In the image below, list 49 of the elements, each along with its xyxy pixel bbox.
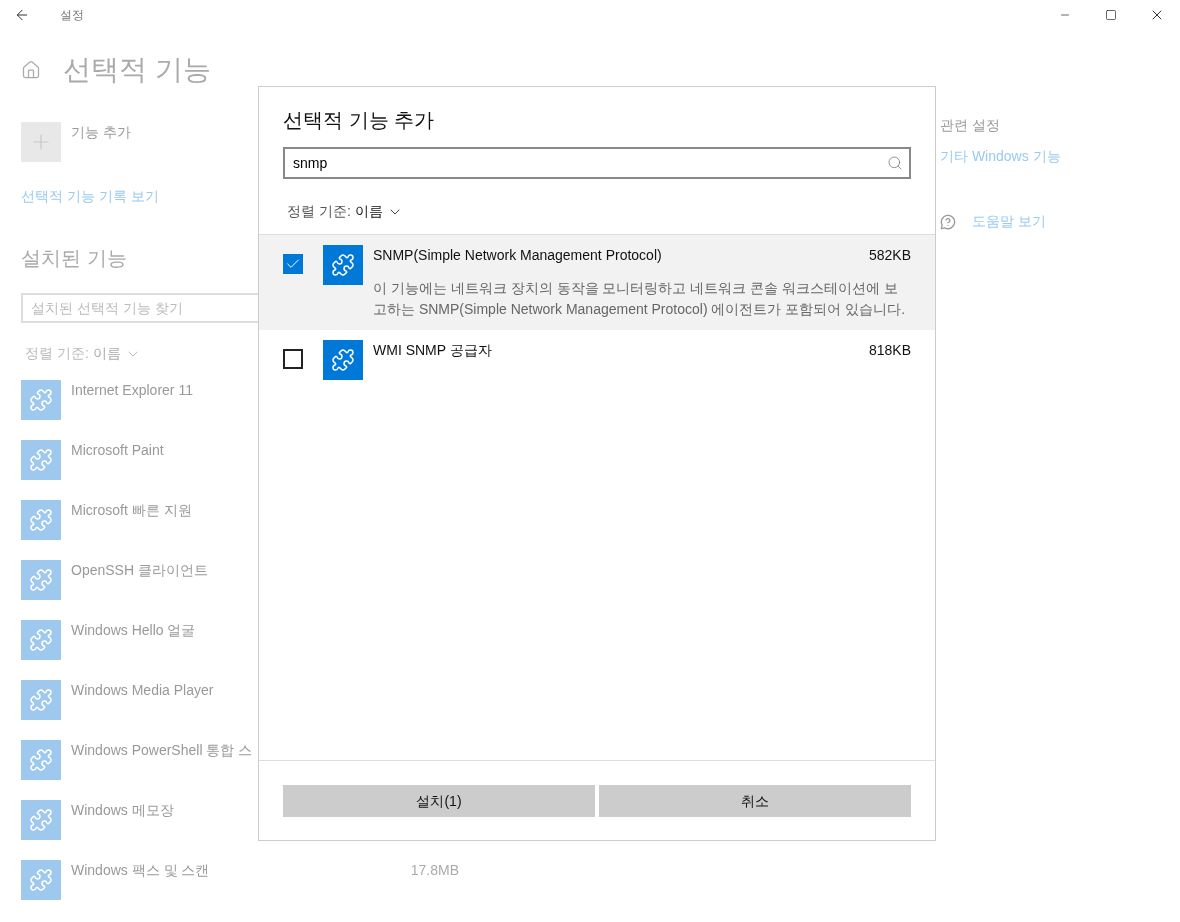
feature-name: SNMP(Simple Network Management Protocol) <box>373 246 662 265</box>
puzzle-icon <box>21 440 61 480</box>
feature-name[interactable]: Windows 팩스 및 스캔 <box>71 860 210 900</box>
feature-row[interactable]: SNMP(Simple Network Management Protocol) 582KB 이 기능에는 네트워크 장치의 동작을 모니터링하고 네트워크 콘솔 워크스테이션에 보고하는 SNMP(Simple Network Management Protocol) 에이전트가 포함되어 있습니다. <box>259 235 935 330</box>
sort-label: 정렬 기준: <box>25 344 89 363</box>
feature-name[interactable]: Windows 메모장 <box>71 800 174 840</box>
puzzle-icon <box>21 560 61 600</box>
section-heading: 설치된 기능 <box>21 246 127 271</box>
cancel-button[interactable]: 취소 <box>599 785 911 817</box>
related-heading: 관련 설정 <box>940 116 1001 135</box>
windows-features-link[interactable]: 기타 Windows 기능 <box>940 146 1061 167</box>
feature-name[interactable]: Windows Hello 얼굴 <box>71 620 196 660</box>
search-field[interactable]: snmp <box>283 147 911 179</box>
feature-name[interactable]: Windows Media Player <box>71 680 214 720</box>
help-link[interactable]: 도움말 보기 <box>972 211 1046 232</box>
checkbox[interactable] <box>283 254 303 274</box>
feature-size: 818KB <box>868 341 911 360</box>
puzzle-icon <box>323 245 363 285</box>
puzzle-icon <box>21 800 61 840</box>
feature-name[interactable]: OpenSSH 클라이언트 <box>71 560 208 600</box>
feature-size: 582KB <box>868 246 911 265</box>
add-feature-label: 기능 추가 <box>71 123 131 142</box>
back-icon[interactable] <box>14 7 30 23</box>
checkbox[interactable] <box>283 349 303 369</box>
puzzle-icon <box>21 380 61 420</box>
help-icon <box>940 213 956 230</box>
dialog-title: 선택적 기능 추가 <box>283 108 436 133</box>
install-button[interactable]: 설치(1) <box>283 785 595 817</box>
puzzle-icon <box>21 680 61 720</box>
feature-description: 이 기능에는 네트워크 장치의 동작을 모니터링하고 네트워크 콘솔 워크스테이션에 보고하는 SNMP(Simple Network Management Protocol) 에이전트가 포함되어 있습니다. <box>373 279 907 319</box>
feature-name[interactable]: Internet Explorer 11 <box>71 380 193 420</box>
search-icon <box>887 155 903 171</box>
page-title: 선택적 기능 <box>63 53 211 87</box>
window-title: 설정 <box>60 7 84 24</box>
feature-size: 17.8MB <box>410 861 459 880</box>
feature-name: WMI SNMP 공급자 <box>373 341 492 360</box>
feature-name[interactable]: Microsoft 빠른 지원 <box>71 500 192 540</box>
sort-dropdown[interactable]: 이름 <box>354 201 403 222</box>
puzzle-icon <box>21 740 61 780</box>
sort-dropdown[interactable]: 이름 <box>92 343 141 364</box>
feature-name[interactable]: Windows PowerShell 통합 스 <box>71 740 253 780</box>
puzzle-icon <box>323 340 363 380</box>
puzzle-icon <box>21 620 61 660</box>
sort-label: 정렬 기준: <box>287 202 351 221</box>
puzzle-icon <box>21 500 61 540</box>
home-icon[interactable] <box>21 60 41 80</box>
puzzle-icon <box>21 860 61 900</box>
maximize-icon <box>1105 9 1117 21</box>
feature-name[interactable]: Microsoft Paint <box>71 440 164 480</box>
